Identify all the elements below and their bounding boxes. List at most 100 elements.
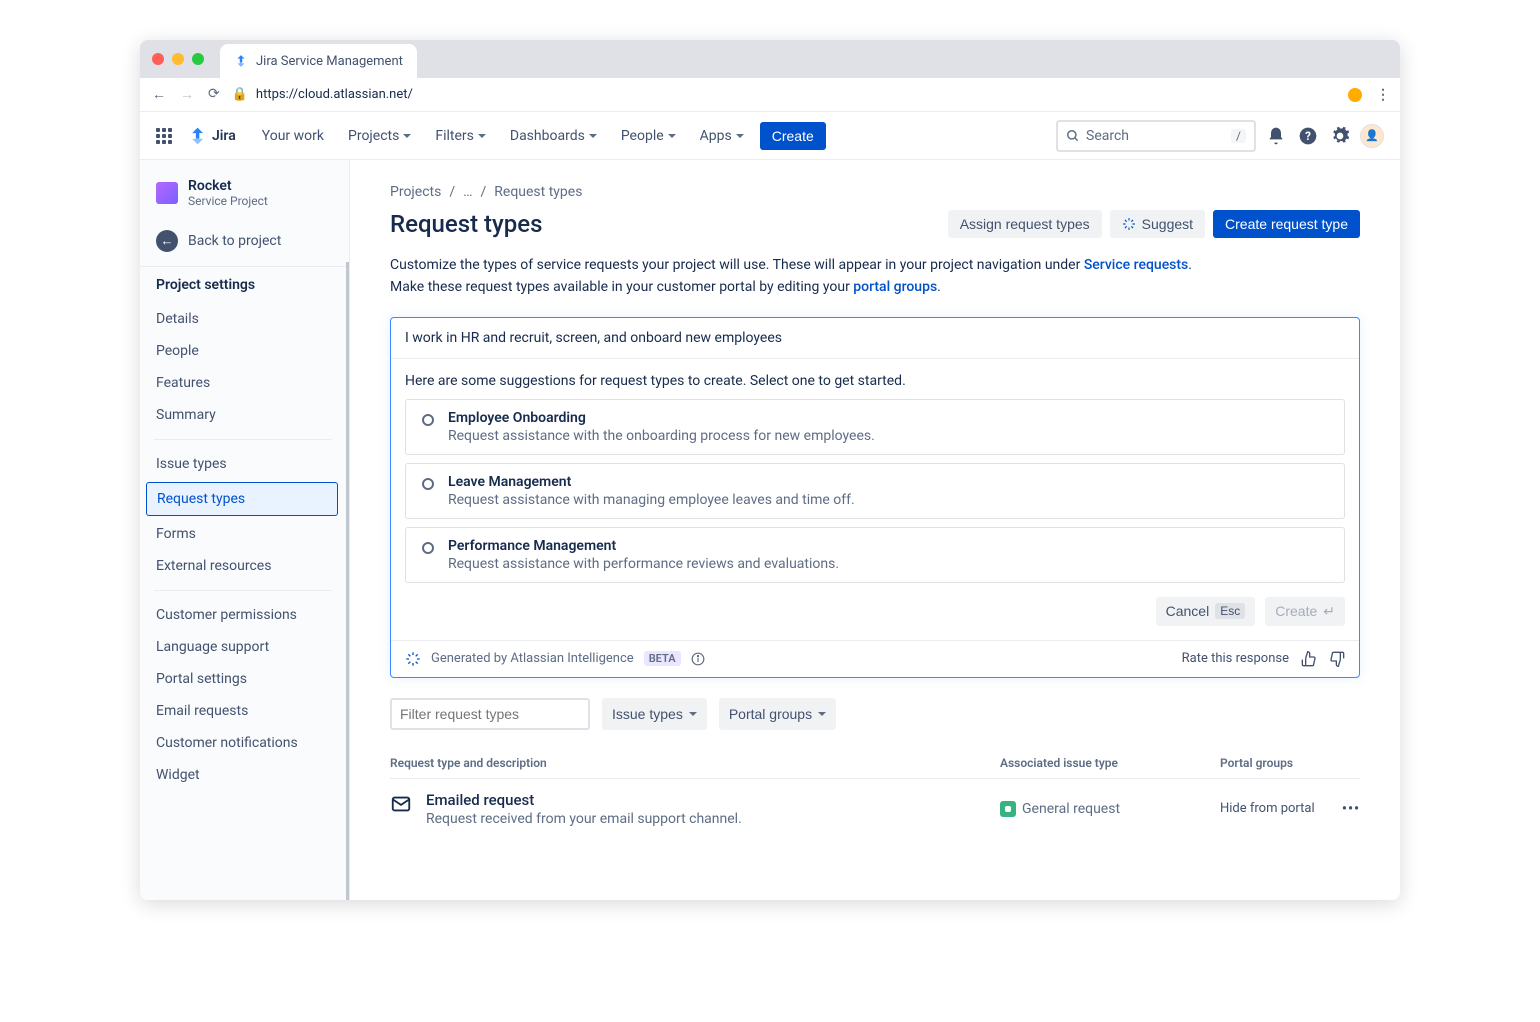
ai-option-title: Leave Management <box>448 474 855 490</box>
page-description: Customize the types of service requests … <box>390 254 1360 299</box>
search-shortcut: / <box>1231 129 1246 143</box>
breadcrumb-dots[interactable]: … <box>463 184 472 200</box>
project-header[interactable]: Rocket Service Project <box>140 178 349 220</box>
sidebar-item-customer-permissions[interactable]: Customer permissions <box>140 599 346 631</box>
chevron-down-icon <box>689 712 697 716</box>
sidebar-item-forms[interactable]: Forms <box>140 518 346 550</box>
nav-projects[interactable]: Projects <box>340 124 419 148</box>
info-icon[interactable] <box>691 652 705 666</box>
filter-request-types-input[interactable] <box>390 698 590 730</box>
thumbs-up-icon[interactable] <box>1301 651 1317 667</box>
sidebar-item-language-support[interactable]: Language support <box>140 631 346 663</box>
ai-intro-text: Here are some suggestions for request ty… <box>391 359 1359 399</box>
breadcrumb-projects[interactable]: Projects <box>390 184 441 200</box>
forward-icon[interactable]: → <box>180 86 194 103</box>
ai-generated-label: Generated by Atlassian Intelligence <box>431 651 634 666</box>
sidebar-item-summary[interactable]: Summary <box>140 399 346 431</box>
issue-types-dropdown[interactable]: Issue types <box>602 698 707 730</box>
reload-icon[interactable]: ⟳ <box>208 86 220 103</box>
minimize-window-icon[interactable] <box>172 53 184 65</box>
ai-option-title: Employee Onboarding <box>448 410 875 426</box>
sidebar-item-widget[interactable]: Widget <box>140 759 346 791</box>
back-arrow-icon: ← <box>156 230 178 252</box>
app-switcher-icon[interactable] <box>156 128 172 144</box>
ai-option-1[interactable]: Leave Management Request assistance with… <box>405 463 1345 519</box>
back-label: Back to project <box>188 233 281 249</box>
sidebar-item-details[interactable]: Details <box>140 303 346 335</box>
chevron-down-icon <box>668 134 676 138</box>
row-more-actions[interactable]: ••• <box>1342 801 1360 817</box>
table-row[interactable]: Emailed request Request received from yo… <box>390 779 1360 839</box>
beta-badge: BETA <box>644 651 681 666</box>
ai-cancel-button[interactable]: Cancel Esc <box>1156 597 1256 626</box>
row-desc: Request received from your email support… <box>426 811 742 827</box>
assign-request-types-button[interactable]: Assign request types <box>948 210 1102 238</box>
table-header: Request type and description Associated … <box>390 748 1360 779</box>
filter-input-field[interactable] <box>400 706 581 722</box>
top-nav: Jira Your work Projects Filters Dashboar… <box>140 112 1400 160</box>
close-window-icon[interactable] <box>152 53 164 65</box>
chevron-down-icon <box>403 134 411 138</box>
jira-logo[interactable]: Jira <box>188 126 236 146</box>
sidebar-item-features[interactable]: Features <box>140 367 346 399</box>
portal-groups-link[interactable]: portal groups <box>853 279 937 295</box>
ai-option-title: Performance Management <box>448 538 839 554</box>
chevron-down-icon <box>478 134 486 138</box>
col-header-issue: Associated issue type <box>1000 756 1220 770</box>
svg-text:?: ? <box>1305 129 1311 143</box>
nav-apps[interactable]: Apps <box>692 124 752 148</box>
service-requests-link[interactable]: Service requests <box>1084 257 1188 273</box>
back-to-project[interactable]: ← Back to project <box>140 220 349 262</box>
create-button[interactable]: Create <box>760 122 826 150</box>
global-search[interactable]: Search / <box>1056 120 1256 152</box>
row-title: Emailed request <box>426 791 742 809</box>
sidebar-item-issue-types[interactable]: Issue types <box>140 448 346 480</box>
page-title: Request types <box>390 210 543 238</box>
create-request-type-button[interactable]: Create request type <box>1213 210 1360 238</box>
rate-label: Rate this response <box>1182 651 1289 666</box>
nav-your-work[interactable]: Your work <box>254 124 332 148</box>
esc-key-badge: Esc <box>1215 603 1245 619</box>
notifications-icon[interactable] <box>1264 126 1288 146</box>
ai-option-desc: Request assistance with the onboarding p… <box>448 428 875 444</box>
sidebar-item-portal-settings[interactable]: Portal settings <box>140 663 346 695</box>
main-content: Projects / … / Request types Request typ… <box>350 160 1400 900</box>
sidebar-item-external-resources[interactable]: External resources <box>140 550 346 582</box>
breadcrumb-current[interactable]: Request types <box>494 184 582 200</box>
sidebar-item-people[interactable]: People <box>140 335 346 367</box>
ai-option-desc: Request assistance with managing employe… <box>448 492 855 508</box>
ai-create-button[interactable]: Create ↵ <box>1265 597 1345 626</box>
ai-option-0[interactable]: Employee Onboarding Request assistance w… <box>405 399 1345 455</box>
nav-dashboards[interactable]: Dashboards <box>502 124 605 148</box>
profile-dot-icon[interactable] <box>1348 88 1362 102</box>
address-bar: ← → ⟳ 🔒 https://cloud.atlassian.net/ ⋮ <box>140 78 1400 112</box>
settings-icon[interactable] <box>1328 126 1352 146</box>
back-icon[interactable]: ← <box>152 86 166 103</box>
nav-people[interactable]: People <box>613 124 684 148</box>
jira-logo-text: Jira <box>212 128 236 144</box>
sidebar-item-request-types[interactable]: Request types <box>146 482 338 516</box>
thumbs-down-icon[interactable] <box>1329 651 1345 667</box>
email-icon <box>390 793 412 815</box>
col-header-portal: Portal groups <box>1220 756 1360 770</box>
help-icon[interactable]: ? <box>1296 126 1320 146</box>
ai-prompt-input[interactable]: I work in HR and recruit, screen, and on… <box>391 318 1359 359</box>
radio-icon <box>422 542 434 554</box>
user-avatar[interactable]: 👤 <box>1360 124 1384 148</box>
ai-sparkle-icon <box>405 651 421 667</box>
issue-type-label: General request <box>1022 801 1120 817</box>
sidebar: Rocket Service Project ← Back to project… <box>140 160 350 900</box>
browser-menu-icon[interactable]: ⋮ <box>1376 87 1388 103</box>
project-name: Rocket <box>188 178 268 194</box>
ai-option-2[interactable]: Performance Management Request assistanc… <box>405 527 1345 583</box>
sidebar-item-email-requests[interactable]: Email requests <box>140 695 346 727</box>
maximize-window-icon[interactable] <box>192 53 204 65</box>
portal-groups-dropdown[interactable]: Portal groups <box>719 698 836 730</box>
tab-title: Jira Service Management <box>256 54 403 69</box>
browser-tab[interactable]: Jira Service Management <box>220 44 417 78</box>
suggest-button[interactable]: Suggest <box>1110 210 1205 238</box>
url-field[interactable]: 🔒 https://cloud.atlassian.net/ <box>232 87 1336 102</box>
browser-tab-bar: Jira Service Management <box>140 40 1400 78</box>
sidebar-item-customer-notifications[interactable]: Customer notifications <box>140 727 346 759</box>
nav-filters[interactable]: Filters <box>427 124 494 148</box>
